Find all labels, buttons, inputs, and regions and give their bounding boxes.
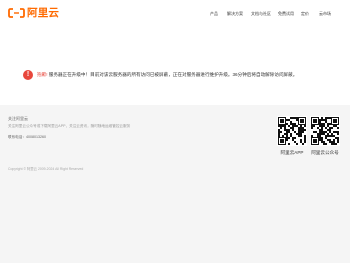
footer: 关注阿里云 关注阿里云公众号或下载阿里云APP，关注云资讯，随时随地运维管控云服… [0,105,350,263]
qr-label-wechat: 阿里云公众号 [311,150,339,155]
nav-item-free-trial[interactable]: 免费试用 [278,11,294,17]
alert-message: 服务器正在升级中！目前对该云服务器的所有访问已被屏蔽，正在对服务器进行维护升级。… [48,72,298,77]
nav-item-solutions[interactable]: 解决方案 [227,11,243,17]
page: 阿里云 产品 解决方案 文档与社区 免费试用 定价 云市场 ! 抱歉! 服务器正… [0,0,350,263]
nav-item-docs-community[interactable]: 文档与社区 [251,11,271,17]
top-header: 阿里云 产品 解决方案 文档与社区 免费试用 定价 云市场 [0,0,350,28]
footer-title: 关注阿里云 [8,116,28,121]
nav-item-pricing[interactable]: 定价 [301,11,309,17]
qr-code-icon [310,116,340,146]
footer-copyright: Copyright © 阿里云 2009-2024 All Right Rese… [8,167,84,171]
nav-item-products[interactable]: 产品 [210,11,218,17]
exclamation-icon: ! [23,70,33,80]
alert-strong: 抱歉! [37,72,48,77]
footer-description: 关注阿里云公众号或下载阿里云APP，关注云资讯，随时随地运维管控云服务 [8,124,131,128]
alert-text: 抱歉! 服务器正在升级中！目前对该云服务器的所有访问已被屏蔽，正在对服务器进行维… [37,70,297,80]
footer-phone: 联系电话：4008013260 [8,135,46,139]
qr-code-icon [277,116,307,146]
top-nav: 产品 解决方案 文档与社区 免费试用 定价 云市场 [0,11,350,19]
maintenance-alert: ! 抱歉! 服务器正在升级中！目前对该云服务器的所有访问已被屏蔽，正在对服务器进… [23,69,343,81]
nav-item-marketplace[interactable]: 云市场 [319,11,331,17]
qr-label-app: 阿里云APP [280,150,304,155]
